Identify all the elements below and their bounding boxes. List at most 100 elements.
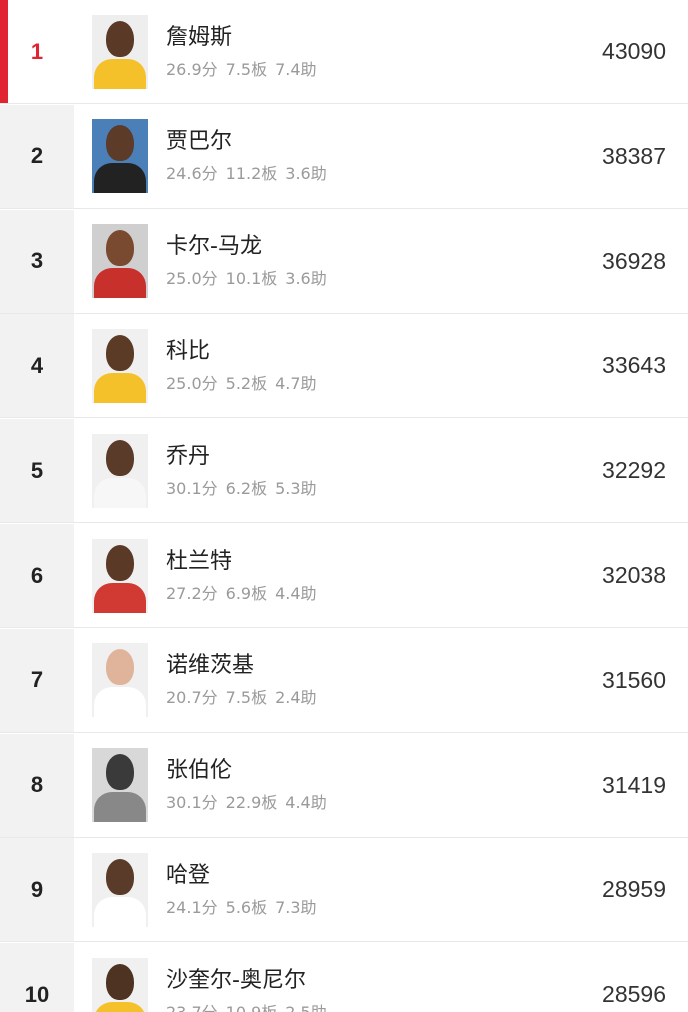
player-info: 张伯伦 30.1分 22.9板 4.4助 (166, 734, 546, 837)
stat-ast: 4.7助 (275, 373, 317, 393)
stat-reb: 10.9板 (226, 1003, 278, 1012)
player-row[interactable]: 6 杜兰特 27.2分 6.9板 4.4助 32038 (0, 524, 688, 628)
player-name[interactable]: 詹姆斯 (166, 23, 546, 53)
player-info: 科比 25.0分 5.2板 4.7助 (166, 314, 546, 417)
avatar-cell (74, 734, 166, 837)
stat-reb: 11.2板 (225, 164, 278, 184)
player-stats: 26.9分 7.5板 7.4助 (166, 59, 546, 81)
rank-number: 6 (30, 562, 44, 588)
player-avatar[interactable] (92, 224, 148, 299)
stat-pts: 26.9分 (166, 59, 218, 79)
avatar-jersey (94, 58, 146, 89)
career-points: 33643 (602, 352, 666, 379)
rank-number: 4 (30, 352, 44, 378)
career-points: 32038 (602, 562, 666, 588)
player-stats: 23.7分 10.9板 2.5助 (166, 1002, 546, 1012)
stat-reb: 5.2板 (225, 373, 268, 393)
career-points: 38387 (602, 142, 666, 169)
player-name[interactable]: 乔丹 (166, 442, 546, 472)
rank-number: 10 (24, 981, 50, 1007)
player-stats: 20.7分 7.5板 2.4助 (166, 687, 546, 709)
player-row[interactable]: 10 沙奎尔-奥尼尔 23.7分 10.9板 2.5助 28596 (0, 943, 688, 1012)
rank-cell: 4 (0, 314, 74, 418)
player-name[interactable]: 科比 (166, 337, 546, 367)
player-name[interactable]: 贾巴尔 (166, 127, 546, 157)
stat-pts: 27.2分 (166, 583, 218, 603)
avatar-cell (74, 105, 166, 208)
player-avatar[interactable] (92, 14, 148, 89)
stat-ast: 7.4助 (275, 59, 317, 79)
player-info: 贾巴尔 24.6分 11.2板 3.6助 (166, 105, 546, 208)
rank-number: 5 (30, 457, 44, 483)
player-avatar[interactable] (92, 538, 148, 613)
rank-number: 1 (30, 38, 44, 64)
player-row[interactable]: 7 诺维茨基 20.7分 7.5板 2.4助 31560 (0, 628, 688, 733)
avatar-jersey (94, 372, 146, 403)
avatar-cell (74, 838, 166, 941)
player-row[interactable]: 9 哈登 24.1分 5.6板 7.3助 28959 (0, 838, 688, 943)
avatar-head (106, 754, 134, 791)
stat-ast: 4.4助 (275, 583, 317, 603)
player-name[interactable]: 哈登 (166, 861, 546, 891)
stat-ast: 3.6助 (285, 164, 327, 184)
avatar-cell (74, 314, 166, 417)
player-name[interactable]: 沙奎尔-奥尼尔 (166, 966, 546, 996)
avatar-cell (74, 629, 166, 732)
career-points: 36928 (602, 247, 666, 274)
rank-number: 8 (30, 772, 44, 798)
stat-ast: 5.3助 (275, 478, 317, 498)
stat-pts: 24.1分 (166, 897, 218, 917)
stat-pts: 25.0分 (166, 373, 218, 393)
player-avatar[interactable] (92, 433, 148, 508)
career-points: 31560 (602, 666, 666, 693)
player-name[interactable]: 卡尔-马龙 (166, 232, 546, 262)
player-info: 哈登 24.1分 5.6板 7.3助 (166, 838, 546, 941)
avatar-head (106, 20, 134, 57)
player-avatar[interactable] (92, 748, 148, 823)
player-row[interactable]: 5 乔丹 30.1分 6.2板 5.3助 32292 (0, 419, 688, 524)
stat-pts: 30.1分 (166, 793, 218, 813)
player-avatar[interactable] (92, 852, 148, 927)
player-info: 杜兰特 27.2分 6.9板 4.4助 (166, 524, 546, 627)
avatar-head (106, 649, 134, 686)
rank-cell: 3 (0, 209, 74, 313)
player-stats: 30.1分 22.9板 4.4助 (166, 792, 546, 814)
avatar-head (106, 439, 134, 476)
stat-ast: 2.4助 (275, 688, 317, 708)
stat-pts: 23.7分 (166, 1003, 218, 1012)
stat-ast: 7.3助 (275, 897, 317, 917)
rank-number: 7 (30, 667, 44, 693)
top-rank-indicator (0, 0, 8, 103)
avatar-jersey (94, 792, 146, 823)
avatar-jersey (94, 268, 146, 299)
avatar-jersey (94, 896, 146, 927)
player-row[interactable]: 1 詹姆斯 26.9分 7.5板 7.4助 43090 (0, 0, 688, 104)
career-points: 28596 (602, 981, 666, 1008)
player-name[interactable]: 张伯伦 (166, 756, 546, 786)
career-points: 31419 (602, 771, 666, 798)
avatar-cell (74, 524, 166, 627)
player-row[interactable]: 8 张伯伦 30.1分 22.9板 4.4助 31419 (0, 733, 688, 838)
player-avatar[interactable] (92, 643, 148, 718)
rank-number: 9 (30, 876, 44, 902)
player-avatar[interactable] (92, 119, 148, 194)
rank-number: 3 (30, 248, 44, 274)
player-row[interactable]: 4 科比 25.0分 5.2板 4.7助 33643 (0, 314, 688, 419)
player-row[interactable]: 2 贾巴尔 24.6分 11.2板 3.6助 38387 (0, 104, 688, 209)
player-info: 乔丹 30.1分 6.2板 5.3助 (166, 419, 546, 522)
rank-number: 2 (30, 143, 44, 169)
player-avatar[interactable] (92, 957, 148, 1012)
stat-pts: 20.7分 (166, 688, 218, 708)
player-name[interactable]: 诺维茨基 (166, 651, 546, 681)
stat-ast: 4.4助 (285, 793, 327, 813)
avatar-jersey (94, 477, 146, 508)
stat-reb: 6.9板 (225, 583, 268, 603)
player-avatar[interactable] (92, 328, 148, 403)
rank-cell: 9 (0, 838, 74, 942)
stat-pts: 25.0分 (166, 269, 218, 289)
avatar-jersey (94, 163, 146, 194)
player-row[interactable]: 3 卡尔-马龙 25.0分 10.1板 3.6助 36928 (0, 209, 688, 314)
career-points: 43090 (602, 38, 666, 64)
stat-pts: 24.6分 (166, 164, 218, 184)
player-name[interactable]: 杜兰特 (166, 547, 546, 577)
